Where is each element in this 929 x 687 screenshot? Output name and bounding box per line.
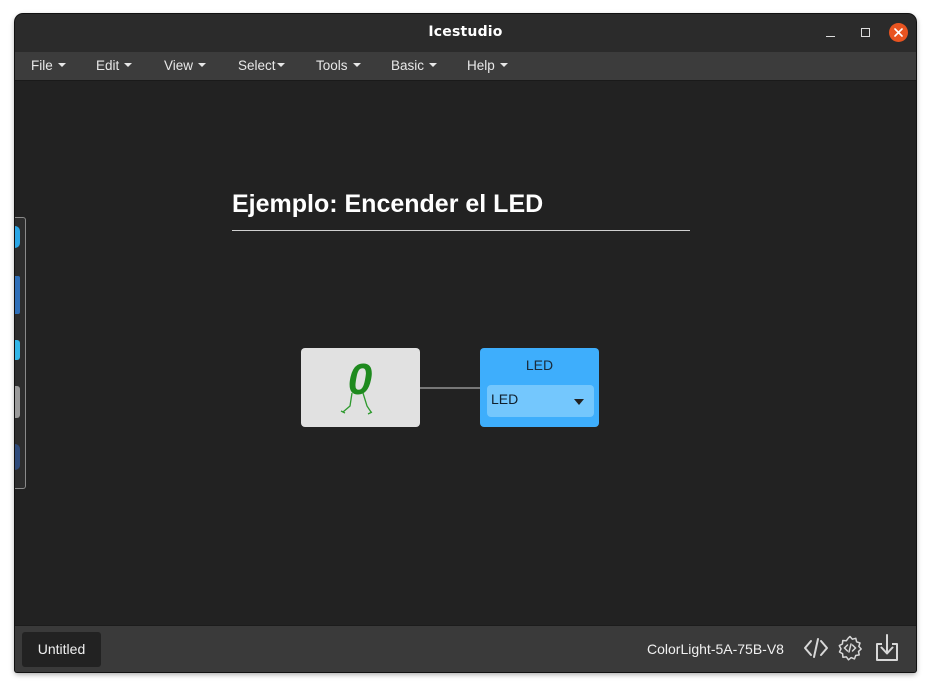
tab-untitled-label: Untitled <box>37 641 86 657</box>
led-output-block[interactable]: LED LED <box>480 348 599 427</box>
chevron-down-icon <box>276 63 285 68</box>
build-icon[interactable] <box>836 634 864 662</box>
menu-file[interactable]: File <box>31 58 66 73</box>
chevron-down-icon <box>198 63 207 68</box>
status-bar: Untitled ColorLight-5A-75B-V8 <box>15 625 916 672</box>
close-icon <box>894 28 903 37</box>
menu-help-label: Help <box>467 58 495 73</box>
chevron-down-icon <box>574 399 584 405</box>
menu-basic[interactable]: Basic <box>391 58 438 73</box>
minimize-button[interactable] <box>822 24 840 42</box>
chevron-down-icon <box>352 63 361 68</box>
menu-tools[interactable]: Tools <box>316 58 361 73</box>
page-title: Ejemplo: Encender el LED <box>232 190 544 218</box>
window-title: Icestudio <box>428 24 503 40</box>
menu-edit[interactable]: Edit <box>96 58 133 73</box>
led-pin-select-value: LED <box>491 391 519 407</box>
menu-edit-label: Edit <box>96 58 120 73</box>
menu-select-label: Select <box>238 58 276 73</box>
menu-file-label: File <box>31 58 53 73</box>
menu-select[interactable]: Select <box>238 58 285 73</box>
constant-icon[interactable] <box>15 386 20 418</box>
menu-help[interactable]: Help <box>467 58 508 73</box>
menu-view-label: View <box>164 58 194 73</box>
led-block-title: LED <box>525 357 554 373</box>
constant-bit-block[interactable]: 0 <box>301 348 420 427</box>
menu-bar: File Edit View Select Tools Basic Help <box>15 52 916 81</box>
chevron-down-icon <box>429 63 438 68</box>
app-window: Icestudio File Edit View Select Tools Ba… <box>15 14 916 672</box>
heading-divider <box>232 230 690 231</box>
input-pin-icon[interactable] <box>15 226 20 248</box>
menu-view[interactable]: View <box>164 58 207 73</box>
design-canvas[interactable]: Ejemplo: Encender el LED 0 LED LED <box>15 81 916 625</box>
menu-tools-label: Tools <box>316 58 348 73</box>
close-button[interactable] <box>889 23 908 42</box>
output-pin-icon[interactable] <box>15 276 20 314</box>
quick-access-panel[interactable] <box>15 217 26 489</box>
label-icon[interactable] <box>15 340 20 360</box>
menu-basic-label: Basic <box>391 58 425 73</box>
chevron-down-icon <box>124 63 133 68</box>
chevron-down-icon <box>499 63 508 68</box>
chevron-down-icon <box>57 63 66 68</box>
memory-icon[interactable] <box>15 444 20 470</box>
verify-code-icon[interactable] <box>802 634 830 662</box>
maximize-button[interactable] <box>857 24 875 42</box>
board-selector[interactable]: ColorLight-5A-75B-V8 <box>647 641 784 657</box>
tab-untitled[interactable]: Untitled <box>22 632 101 667</box>
title-bar: Icestudio <box>15 14 916 53</box>
upload-icon[interactable] <box>873 634 901 662</box>
bit-zero-walking-icon: 0 <box>340 355 373 415</box>
led-pin-select[interactable]: LED <box>487 385 594 417</box>
connection-wire[interactable] <box>420 387 480 389</box>
